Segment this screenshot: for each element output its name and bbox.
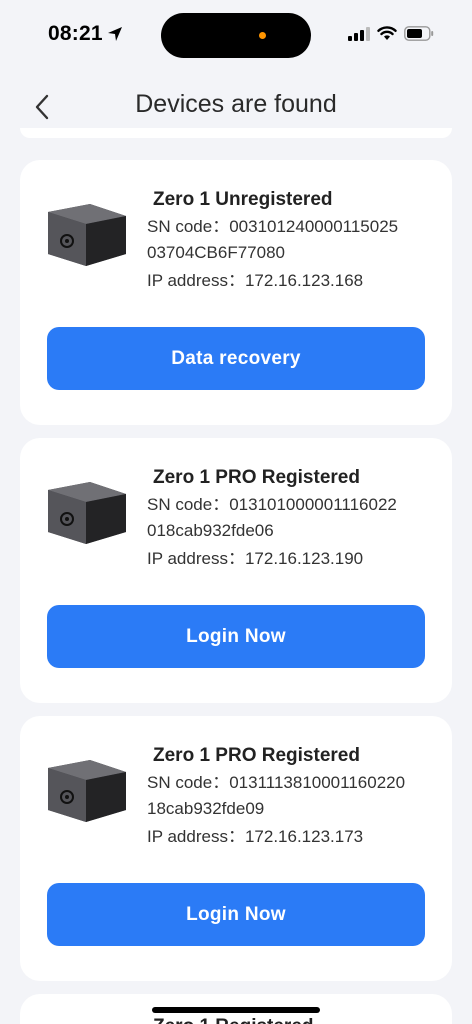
- device-info: Zero 1 Unregistered SN code：003101240000…: [147, 188, 437, 292]
- sn-code-line-2: 03704CB6F77080: [147, 243, 286, 262]
- device-box-icon: [48, 204, 126, 266]
- device-box-icon: [48, 482, 126, 544]
- device-card: Zero 1 PRO Registered SN code：0131113810…: [20, 716, 452, 981]
- sn-code-line-2: 018cab932fde06: [147, 521, 274, 540]
- activity-dot-icon: [259, 32, 266, 39]
- sn-code-line-1: SN code：013111381000116022​0: [147, 773, 406, 792]
- page-title: Devices are found: [135, 90, 337, 118]
- device-card: Zero 1 PRO Registered SN code：0131010000…: [20, 438, 452, 703]
- clock-time: 08:21: [48, 22, 103, 45]
- device-name: Zero 1 Unregistered: [153, 189, 333, 210]
- previous-card-edge: [20, 128, 452, 138]
- device-name: Zero 1 PRO Registered: [153, 745, 360, 766]
- device-info: Zero 1 PRO Registered SN code：0131010000…: [147, 466, 437, 570]
- dynamic-island: [161, 13, 311, 58]
- status-bar: 08:21: [0, 0, 472, 70]
- battery-icon: [404, 26, 434, 41]
- cellular-signal-icon: [348, 26, 370, 41]
- sn-code-line-1: SN code：003101240000115025: [147, 217, 399, 236]
- login-now-button[interactable]: Login Now: [47, 605, 425, 668]
- sn-code-line-1: SN code：013101000001116022: [147, 495, 397, 514]
- location-arrow-icon: [107, 27, 122, 41]
- ip-address: IP address：172.16.123.168: [147, 271, 364, 290]
- device-card: Zero 1 Unregistered SN code：003101240000…: [20, 160, 452, 425]
- device-name: Zero 1 PRO Registered: [153, 467, 360, 488]
- device-box-icon: [48, 760, 126, 822]
- status-icons: [348, 26, 434, 41]
- wifi-icon: [377, 26, 397, 40]
- clock: 08:21: [48, 22, 123, 46]
- device-info: Zero 1 PRO Registered SN code：0131113810…: [147, 744, 437, 848]
- home-indicator[interactable]: [152, 1007, 320, 1013]
- login-now-button[interactable]: Login Now: [47, 883, 425, 946]
- ip-address: IP address：172.16.123.173: [147, 827, 364, 846]
- sn-code-line-2: 18cab932fde09: [147, 799, 265, 818]
- ip-address: IP address：172.16.123.190: [147, 549, 364, 568]
- data-recovery-button[interactable]: Data recovery: [47, 327, 425, 390]
- device-name: Zero 1 Registered: [153, 1016, 314, 1024]
- device-list[interactable]: Zero 1 Unregistered SN code：003101240000…: [20, 128, 452, 1024]
